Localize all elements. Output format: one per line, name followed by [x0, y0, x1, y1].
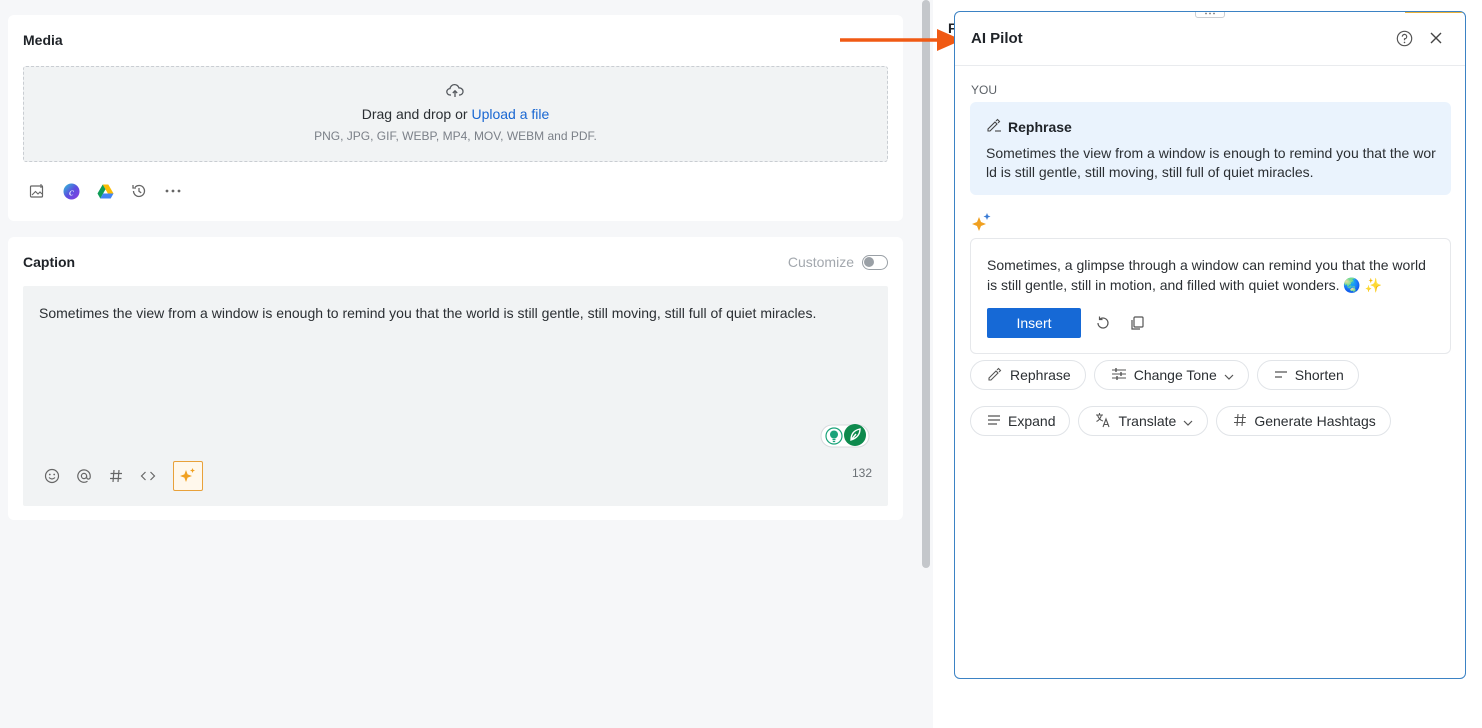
cloud-upload-icon: [446, 83, 464, 104]
dropzone-prompt-line: Drag and drop or Upload a file: [24, 106, 887, 122]
you-label: YOU: [971, 83, 998, 97]
regenerate-icon[interactable]: [1095, 315, 1111, 336]
char-count: 132: [851, 466, 872, 480]
canva-icon[interactable]: c: [62, 182, 80, 200]
upload-file-link[interactable]: Upload a file: [471, 106, 549, 122]
response-text: Sometimes, a glimpse through a window ca…: [987, 257, 1426, 293]
shorten-icon: [1274, 367, 1288, 383]
chip-generate-hashtags-label: Generate Hashtags: [1254, 413, 1376, 429]
user-request-bubble: Rephrase Sometimes the view from a windo…: [970, 102, 1451, 195]
help-icon[interactable]: [1396, 30, 1413, 52]
google-drive-icon[interactable]: [96, 182, 114, 200]
chevron-down-icon: [1224, 367, 1234, 383]
chip-shorten[interactable]: Shorten: [1256, 360, 1359, 390]
dropzone-formats: PNG, JPG, GIF, WEBP, MP4, MOV, WEBM and …: [314, 129, 597, 143]
chip-expand-label: Expand: [1008, 413, 1056, 429]
hashtag-icon[interactable]: [107, 467, 125, 485]
panel-drag-handle[interactable]: [1195, 12, 1225, 18]
copy-icon[interactable]: [1129, 315, 1145, 336]
ai-pilot-title: AI Pilot: [971, 30, 1023, 47]
chip-change-tone-label: Change Tone: [1133, 367, 1217, 383]
media-card: Media Drag and drop or Upload a file PNG…: [8, 15, 903, 221]
chip-rephrase-label: Rephrase: [1010, 367, 1071, 383]
code-icon[interactable]: [139, 467, 157, 485]
caption-toolbar: [43, 461, 203, 491]
ai-pilot-panel: AI Pilot YOU Rephrase Sometimes the view…: [954, 11, 1466, 679]
ai-response-card: Sometimes, a glimpse through a window ca…: [970, 238, 1451, 354]
chip-change-tone[interactable]: Change Tone: [1093, 360, 1249, 390]
ai-sparkle-icon: [180, 468, 195, 482]
caption-text[interactable]: Sometimes the view from a window is enou…: [39, 303, 872, 323]
ai-pilot-header: AI Pilot: [955, 12, 1465, 66]
chip-expand[interactable]: Expand: [970, 406, 1071, 436]
request-action-label: Rephrase: [1008, 118, 1072, 135]
media-toolbar: c: [28, 182, 182, 200]
annotation-arrow: [840, 28, 964, 57]
chevron-down-icon: [1183, 413, 1193, 429]
dropzone-prompt: Drag and drop or: [361, 106, 468, 122]
caption-title: Caption: [23, 254, 76, 270]
more-icon[interactable]: [164, 182, 182, 200]
translate-icon: [1095, 412, 1111, 431]
insert-button[interactable]: Insert: [987, 308, 1081, 338]
request-text: Sometimes the view from a window is enou…: [986, 145, 1436, 180]
rephrase-icon: [987, 367, 1003, 384]
chip-translate[interactable]: Translate: [1078, 406, 1209, 436]
expand-icon: [987, 413, 1001, 429]
chip-generate-hashtags[interactable]: Generate Hashtags: [1216, 406, 1391, 436]
rephrase-icon: [986, 118, 1002, 135]
caption-card: Caption Customize Sometimes the view fro…: [8, 237, 903, 520]
media-title: Media: [23, 32, 63, 48]
ai-sparkle-icon: [971, 212, 993, 239]
close-icon[interactable]: [1429, 31, 1443, 50]
ai-sparkle-button[interactable]: [173, 461, 203, 491]
customize-control: Customize: [788, 254, 888, 270]
customize-label: Customize: [787, 254, 854, 270]
ai-action-chips: Rephrase Change Tone Shorten Expand Tran…: [970, 360, 1450, 436]
image-edit-icon[interactable]: [28, 182, 46, 200]
chip-translate-label: Translate: [1118, 413, 1177, 429]
request-action-heading: Rephrase: [986, 118, 1072, 135]
customize-toggle[interactable]: [862, 254, 888, 270]
main-scrollbar[interactable]: [922, 0, 930, 568]
grammar-assistant-badge[interactable]: [820, 422, 870, 450]
emoji-icon[interactable]: [43, 467, 61, 485]
hashtag-icon: [1233, 413, 1247, 430]
svg-text:c: c: [69, 186, 74, 198]
history-icon[interactable]: [130, 182, 148, 200]
caption-editor[interactable]: Sometimes the view from a window is enou…: [23, 286, 888, 506]
sliders-icon: [1111, 367, 1127, 384]
media-dropzone[interactable]: Drag and drop or Upload a file PNG, JPG,…: [23, 66, 888, 162]
mention-icon[interactable]: [75, 467, 93, 485]
chip-shorten-label: Shorten: [1294, 367, 1344, 383]
chip-rephrase[interactable]: Rephrase: [970, 360, 1086, 390]
